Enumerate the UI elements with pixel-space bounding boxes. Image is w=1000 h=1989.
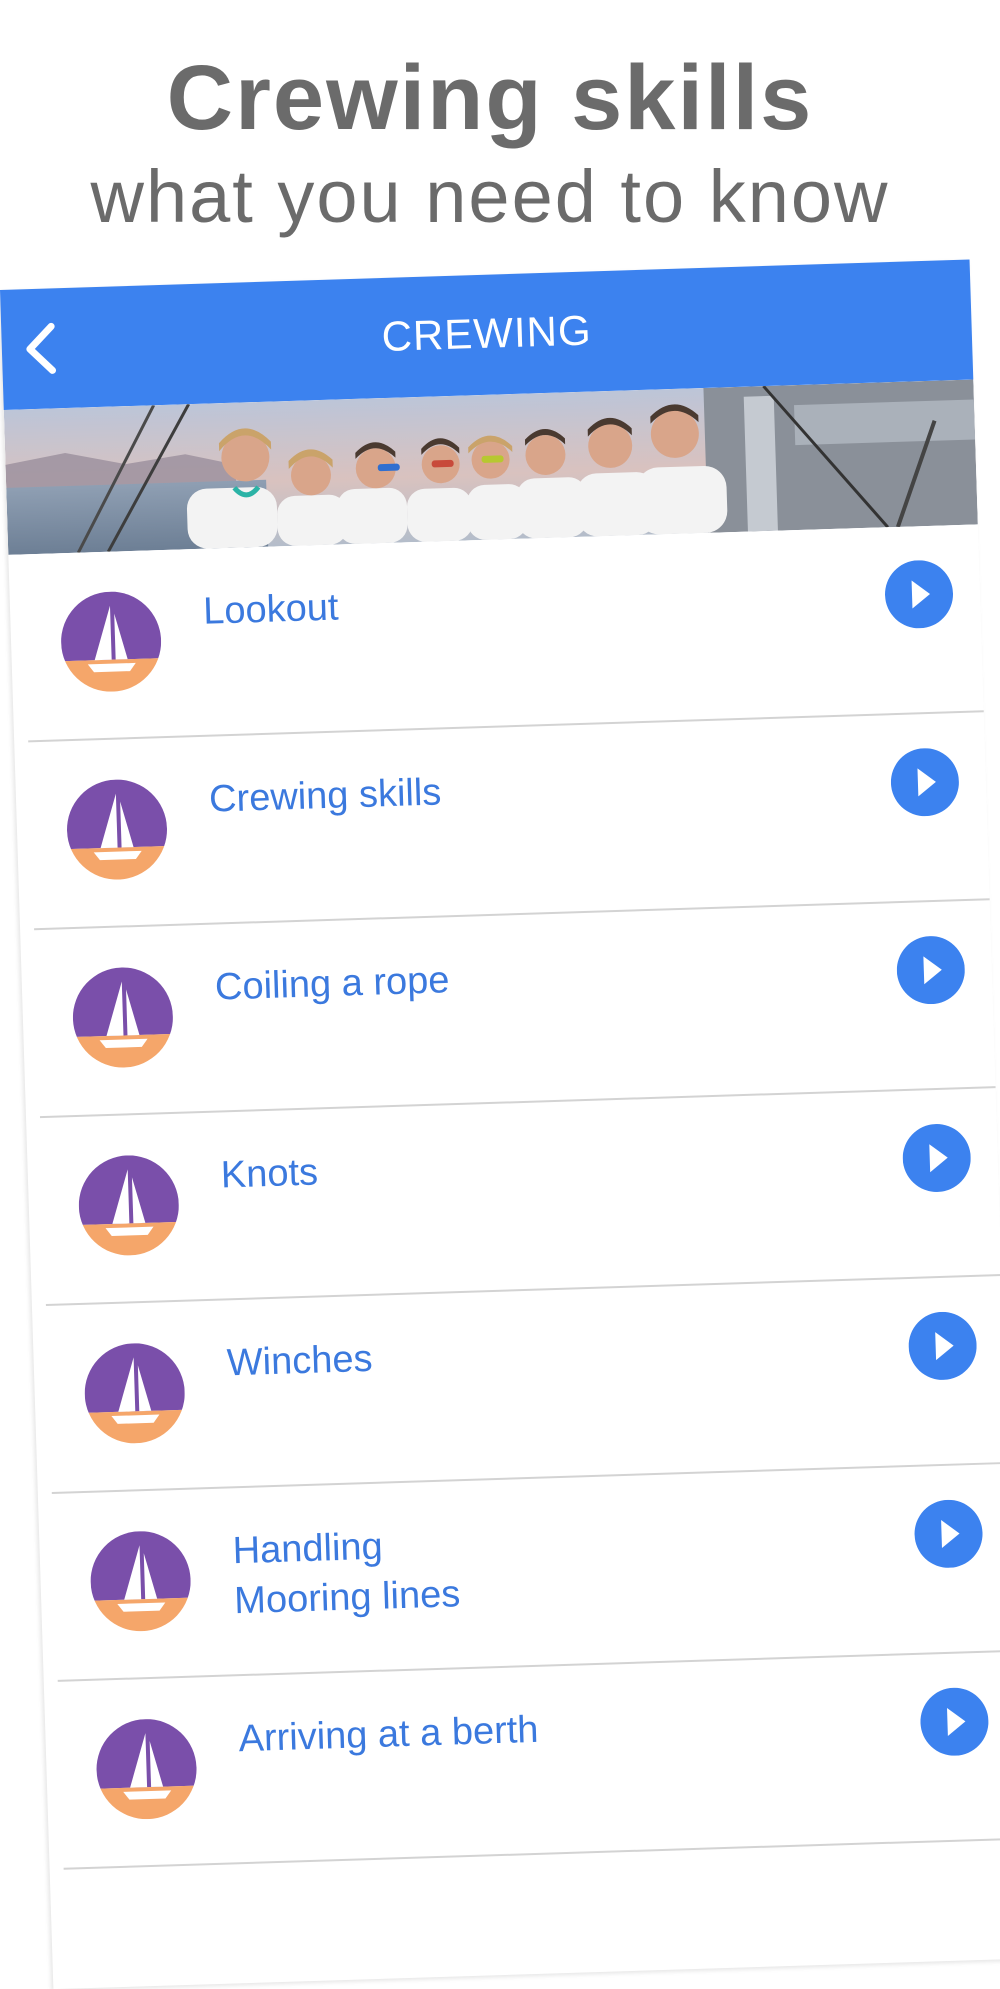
play-circle-icon[interactable] xyxy=(896,935,966,1005)
list-item-label: Lookout xyxy=(202,586,340,633)
list-item[interactable]: Crewing skills xyxy=(14,712,990,931)
list-item[interactable]: Knots xyxy=(26,1088,1000,1307)
list-item-label: Knots xyxy=(220,1151,319,1197)
play-circle-icon[interactable] xyxy=(884,559,954,629)
list-item[interactable]: Coiling a rope xyxy=(20,900,996,1119)
promo-subtitle: what you need to know xyxy=(90,155,890,238)
list-item[interactable]: Winches xyxy=(32,1276,1000,1494)
sailboat-icon xyxy=(59,590,163,694)
promo-header: Crewing skills what you need to know xyxy=(0,0,1000,250)
play-circle-icon[interactable] xyxy=(890,747,960,817)
app-screen: CREWING Lookout Crewing skills Coiling a… xyxy=(0,259,1000,1989)
row-divider xyxy=(63,1837,1000,1870)
list-item-label: Crewing skills xyxy=(208,771,442,821)
list-item[interactable]: Lookout xyxy=(8,524,984,743)
sailboat-icon xyxy=(94,1717,199,1821)
sailboat-icon xyxy=(71,965,175,1070)
play-circle-icon[interactable] xyxy=(902,1123,972,1193)
list-item-label: Arriving at a berth xyxy=(237,1708,540,1761)
sailboat-icon xyxy=(77,1153,181,1257)
list-item[interactable]: Handling Mooring lines xyxy=(38,1464,1000,1682)
list-item[interactable]: Arriving at a berth xyxy=(44,1652,1000,1870)
play-circle-icon[interactable] xyxy=(913,1499,983,1569)
list-item-label: Coiling a rope xyxy=(214,959,451,1009)
play-circle-icon[interactable] xyxy=(919,1687,989,1757)
sailboat-icon xyxy=(65,778,169,882)
list-item-label: Winches xyxy=(226,1337,374,1385)
list-item-label: Handling Mooring lines xyxy=(232,1525,461,1623)
play-circle-icon[interactable] xyxy=(908,1311,978,1381)
nav-title: CREWING xyxy=(380,306,593,361)
promo-title: Crewing skills xyxy=(166,47,814,149)
sailboat-icon xyxy=(83,1341,187,1445)
sailboat-icon xyxy=(89,1529,193,1633)
